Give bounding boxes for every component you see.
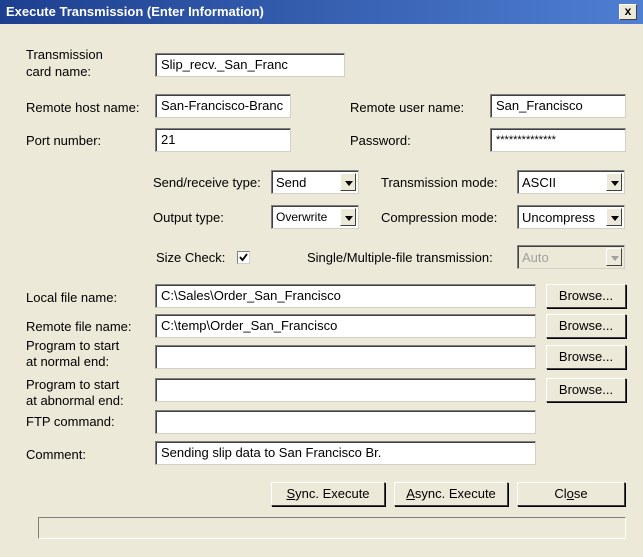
send-receive-label: Send/receive type: (153, 175, 261, 190)
sync-execute-label-post: ync. Execute (295, 486, 370, 501)
ftp-command-label: FTP command: (26, 414, 115, 429)
status-bar (38, 517, 626, 539)
prog-normal-field[interactable] (155, 345, 536, 369)
prog-normal-browse-button[interactable]: Browse... (546, 345, 626, 369)
password-field[interactable]: ************** (490, 128, 626, 152)
window-title: Execute Transmission (Enter Information) (6, 4, 264, 19)
size-check-checkbox[interactable] (237, 251, 250, 264)
close-accesskey: o (566, 486, 574, 501)
comment-label: Comment: (26, 447, 86, 462)
compression-mode-value: Uncompress (522, 210, 595, 225)
sync-execute-accesskey: S (286, 486, 296, 501)
password-label: Password: (350, 133, 411, 148)
remote-user-field[interactable]: San_Francisco (490, 94, 626, 118)
close-icon[interactable]: x (619, 4, 637, 20)
send-receive-select[interactable]: Send (271, 170, 359, 194)
local-file-label: Local file name: (26, 290, 118, 305)
close-button[interactable]: Close (517, 482, 625, 506)
card-name-field[interactable]: Slip_recv._San_Franc (155, 53, 345, 77)
chevron-down-icon[interactable] (606, 173, 622, 191)
prog-abnormal-field[interactable] (155, 378, 536, 402)
compression-mode-select[interactable]: Uncompress (517, 205, 625, 229)
comment-field[interactable]: Sending slip data to San Francisco Br. (155, 441, 536, 465)
prog-abnormal-browse-button[interactable]: Browse... (546, 378, 626, 402)
send-receive-value: Send (276, 175, 307, 190)
checkmark-icon (239, 253, 248, 262)
port-label: Port number: (26, 133, 102, 148)
transmission-mode-select[interactable]: ASCII (517, 170, 625, 194)
chevron-down-icon[interactable] (340, 173, 356, 191)
size-check-label: Size Check: (156, 250, 226, 265)
card-name-label-line2: card name: (26, 64, 92, 79)
prog-normal-label-line2: at normal end: (26, 354, 110, 369)
single-multi-label: Single/Multiple-file transmission: (307, 250, 493, 265)
async-execute-button[interactable]: Async. Execute (394, 482, 508, 506)
chevron-down-icon (606, 248, 622, 266)
chevron-down-icon[interactable] (340, 208, 356, 226)
title-bar: Execute Transmission (Enter Information)… (0, 0, 643, 24)
transmission-mode-value: ASCII (522, 175, 556, 190)
prog-abnormal-label-line1: Program to start (26, 377, 120, 392)
single-multi-select: Auto (517, 245, 625, 269)
remote-file-label: Remote file name: (26, 319, 132, 334)
close-label-post: se (573, 486, 588, 501)
remote-file-field[interactable]: C:\temp\Order_San_Francisco (155, 314, 536, 338)
async-execute-label-post: sync. Execute (414, 486, 496, 501)
prog-normal-label-line1: Program to start (26, 338, 120, 353)
local-file-browse-button[interactable]: Browse... (546, 284, 626, 308)
single-multi-value: Auto (522, 250, 549, 265)
remote-user-label: Remote user name: (350, 100, 465, 115)
execute-transmission-dialog: Execute Transmission (Enter Information)… (0, 0, 643, 557)
output-type-value: Overwrite (276, 210, 328, 224)
remote-host-field[interactable]: San-Francisco-Branc (155, 94, 291, 118)
prog-abnormal-label-line2: at abnormal end: (26, 393, 124, 408)
port-field[interactable]: 21 (155, 128, 291, 152)
close-label-pre: Cl (554, 486, 567, 501)
remote-host-label: Remote host name: (26, 100, 140, 115)
compression-mode-label: Compression mode: (381, 210, 498, 225)
chevron-down-icon[interactable] (606, 208, 622, 226)
output-type-select[interactable]: Overwrite (271, 205, 359, 229)
card-name-label-line1: Transmission (26, 47, 103, 62)
async-execute-accesskey: A (406, 486, 415, 501)
remote-file-browse-button[interactable]: Browse... (546, 314, 626, 338)
output-type-label: Output type: (153, 210, 224, 225)
local-file-field[interactable]: C:\Sales\Order_San_Francisco (155, 284, 536, 308)
sync-execute-button[interactable]: Sync. Execute (271, 482, 385, 506)
transmission-mode-label: Transmission mode: (381, 175, 498, 190)
ftp-command-field[interactable] (155, 410, 536, 434)
